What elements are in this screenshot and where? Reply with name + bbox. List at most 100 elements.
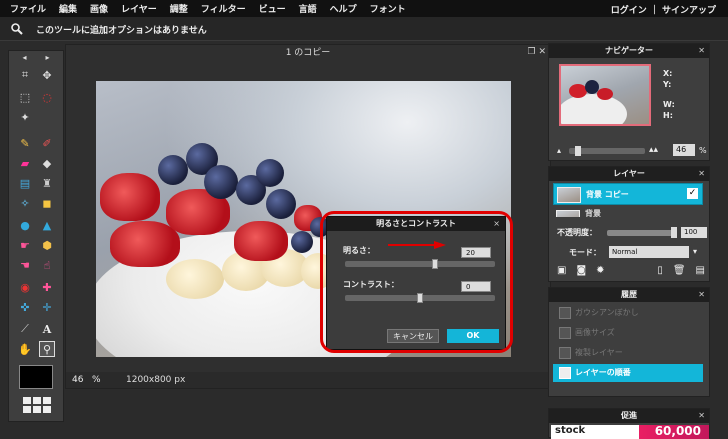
blur-tool-icon[interactable]: ● <box>17 217 33 233</box>
history-item[interactable]: 複製レイヤー <box>553 344 703 362</box>
menu-font[interactable]: フォント <box>370 2 406 15</box>
layer-effects-icon[interactable]: ✹ <box>596 265 604 279</box>
burn-tool-icon[interactable]: ☝ <box>39 257 55 273</box>
pencil-tool-icon[interactable]: ✎ <box>17 135 33 151</box>
smudge-tool-icon[interactable]: ☛ <box>17 237 33 253</box>
blueberry <box>158 155 188 185</box>
cancel-button[interactable]: キャンセル <box>387 329 439 343</box>
brightness-slider-thumb[interactable] <box>432 259 438 269</box>
history-item[interactable]: レイヤーの順番 <box>553 364 703 382</box>
maximize-icon[interactable]: ❐ <box>528 47 536 57</box>
blueberry <box>204 165 238 199</box>
layer-mask-icon[interactable]: ◙ <box>576 265 586 279</box>
menu-edit[interactable]: 編集 <box>59 2 77 15</box>
history-item[interactable]: 画像サイズ <box>553 324 703 342</box>
arrow-right-icon[interactable]: ▸ <box>45 53 49 63</box>
stock-number: 60,000 <box>654 425 701 438</box>
opacity-input[interactable]: 100 <box>681 227 707 238</box>
thumb-fruit <box>597 88 613 100</box>
dialog-close-icon[interactable]: × <box>493 219 500 228</box>
red-eye-tool-icon[interactable]: ◉ <box>17 279 33 295</box>
marquee-tool-icon[interactable]: ⬚ <box>17 89 33 105</box>
layers-close-icon[interactable]: ✕ <box>698 169 705 178</box>
arrow-left-icon[interactable]: ◂ <box>22 53 26 63</box>
contrast-input[interactable]: 0 <box>461 281 491 292</box>
layer-row[interactable]: 背景 コピー ✓ <box>553 183 703 205</box>
magic-wand-icon[interactable]: ✦ <box>17 109 33 125</box>
zoom-out-icon[interactable]: ▴ <box>557 146 561 155</box>
brush-tool-icon[interactable]: ✐ <box>39 135 55 151</box>
move-tool-icon[interactable]: ✥ <box>39 67 55 83</box>
opacity-slider[interactable] <box>607 230 677 236</box>
layer-menu-icon[interactable]: ▤ <box>696 265 705 279</box>
zoom-value[interactable]: 46 <box>72 375 83 385</box>
history-item-label: ガウシアンぼかし <box>575 308 639 317</box>
gradient-tool-icon[interactable]: ▤ <box>17 175 33 191</box>
hand-tool-icon[interactable]: ✋ <box>17 341 33 357</box>
lasso-tool-icon[interactable]: ◌ <box>39 89 55 105</box>
spot-heal-icon[interactable]: ✚ <box>39 279 55 295</box>
menu-language[interactable]: 言語 <box>299 2 317 15</box>
grid-cell <box>43 397 51 404</box>
zoom-tool-button-icon[interactable]: ⚲ <box>39 341 55 357</box>
sharpen-tool-icon[interactable]: ▲ <box>39 217 55 233</box>
color-swatch[interactable] <box>19 365 53 389</box>
history-item[interactable]: ガウシアンぼかし <box>553 304 703 322</box>
menu-filter[interactable]: フィルター <box>201 2 246 15</box>
brightness-label: 明るさ： <box>343 246 375 255</box>
navigator-close-icon[interactable]: ✕ <box>698 46 705 55</box>
close-icon[interactable]: ✕ <box>538 47 546 57</box>
blend-mode-select[interactable]: Normal <box>609 246 689 258</box>
color-replace-icon[interactable]: ✧ <box>17 195 33 211</box>
blueberry <box>291 231 313 253</box>
history-close-icon[interactable]: ✕ <box>698 290 705 299</box>
opacity-slider-thumb[interactable] <box>671 227 677 238</box>
drawing-tool-icon[interactable]: ◼ <box>39 195 55 211</box>
dodge-tool-icon[interactable]: ☚ <box>17 257 33 273</box>
layer-style-icon[interactable]: ▣ <box>557 265 566 279</box>
layer-thumbnail <box>556 210 580 217</box>
bucket-tool-icon[interactable]: ◆ <box>39 155 55 171</box>
stamp-tool-icon[interactable]: ♜ <box>39 175 55 191</box>
grid-view-icon[interactable] <box>19 394 53 416</box>
sponge-tool-icon[interactable]: ⬢ <box>39 237 55 253</box>
navigator-panel: ナビゲーター ✕ X: Y: W: H: ▴ ▴▴ 46 % <box>548 43 710 161</box>
brightness-slider[interactable] <box>345 261 495 267</box>
blueberry <box>266 189 296 219</box>
menu-help[interactable]: ヘルプ <box>330 2 357 15</box>
menu-image[interactable]: 画像 <box>90 2 108 15</box>
crop-tool-icon[interactable]: ⌗ <box>17 67 33 83</box>
mode-label: モード： <box>569 248 601 257</box>
brightness-contrast-dialog: 明るさとコントラスト × 明るさ： 20 コントラスト： 0 キャンセル OK <box>326 216 506 350</box>
history-item-label: 画像サイズ <box>575 328 615 337</box>
nav-zoom-thumb[interactable] <box>575 146 581 156</box>
navigator-title: ナビゲーター <box>549 44 709 58</box>
menu-adjust[interactable]: 調整 <box>170 2 188 15</box>
login-signup-link[interactable]: ログイン ｜ サインアップ <box>611 3 716 16</box>
layer-visibility-checkbox[interactable]: ✓ <box>687 188 698 199</box>
eraser-tool-icon[interactable]: ▰ <box>17 155 33 171</box>
toolbox-arrows[interactable]: ◂ ▸ <box>13 53 59 63</box>
delete-layer-icon[interactable]: 🗑 <box>673 265 686 279</box>
layer-row[interactable]: 背景 <box>553 207 703 217</box>
ok-button[interactable]: OK <box>447 329 499 343</box>
menu-layer[interactable]: レイヤー <box>121 2 157 15</box>
menu-view[interactable]: ビュー <box>259 2 286 15</box>
contrast-slider-thumb[interactable] <box>417 293 423 303</box>
menu-file[interactable]: ファイル <box>10 2 46 15</box>
zoom-in-icon[interactable]: ▴▴ <box>649 145 658 155</box>
type-tool-icon[interactable]: A <box>39 321 55 337</box>
document-controls: ❐ ✕ <box>528 47 547 57</box>
promo-close-icon[interactable]: ✕ <box>698 411 705 420</box>
nav-zoom-input[interactable]: 46 <box>673 144 695 156</box>
pinch-tool-icon[interactable]: ✛ <box>39 299 55 315</box>
history-step-icon <box>559 307 571 319</box>
bloat-tool-icon[interactable]: ✜ <box>17 299 33 315</box>
brightness-input[interactable]: 20 <box>461 247 491 258</box>
new-layer-icon[interactable]: ▯ <box>657 265 663 279</box>
color-picker-icon[interactable]: ⟋ <box>17 321 33 337</box>
history-step-icon <box>559 347 571 359</box>
navigator-thumbnail[interactable] <box>559 64 651 126</box>
chevron-down-icon[interactable]: ▾ <box>693 247 697 256</box>
